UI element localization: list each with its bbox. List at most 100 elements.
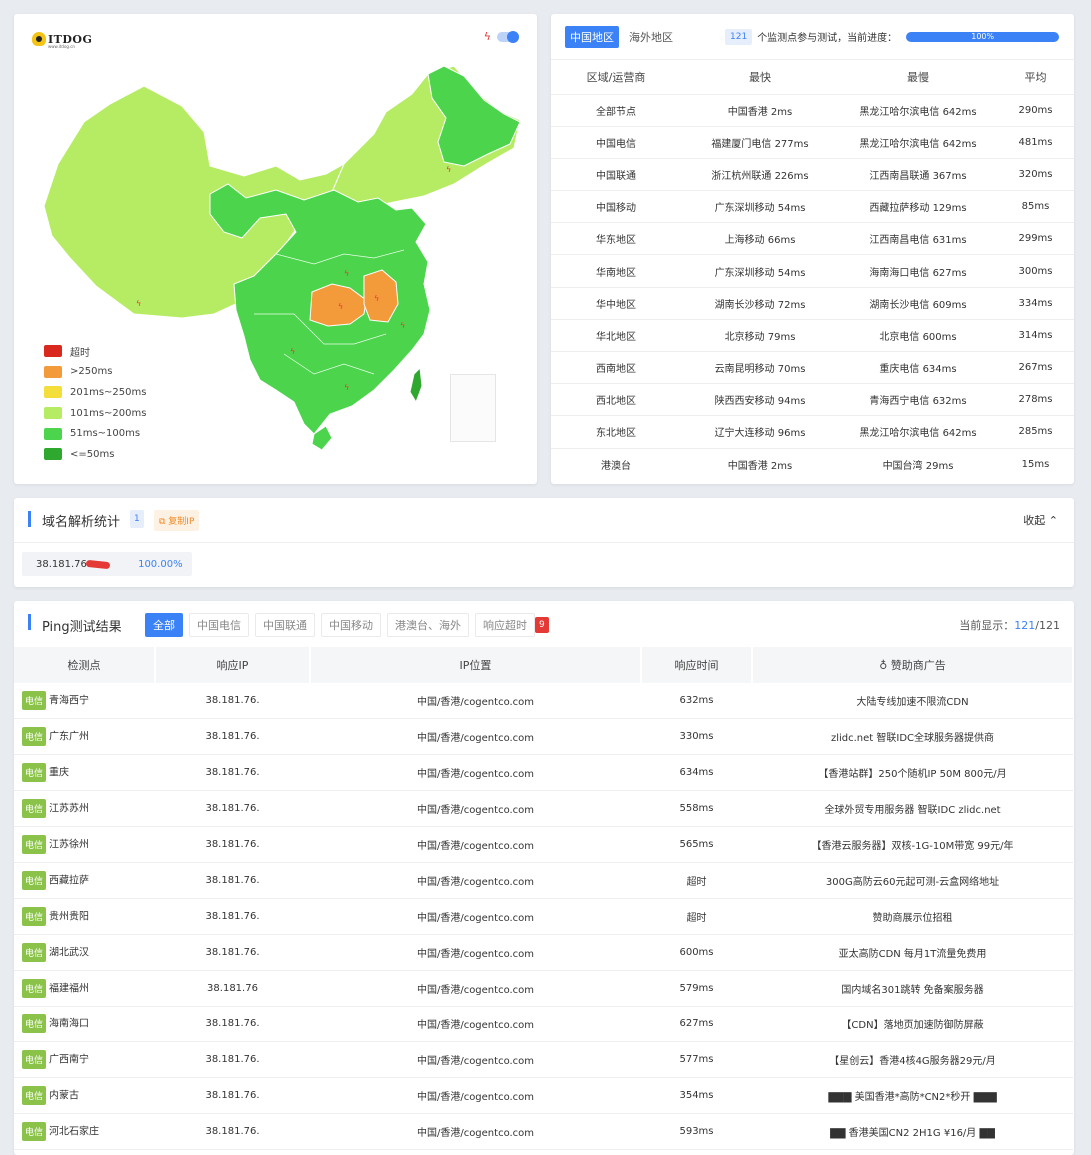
ping-cell-ad[interactable]: 赞助商展示位招租 [752,898,1073,935]
svg-text:ϟ: ϟ [344,269,349,278]
ping-title: Ping测试结果 [42,620,122,635]
ping-cell-ad[interactable]: 【香港站群】250个随机IP 50M 800元/月 [752,754,1073,792]
filter-unicom[interactable]: 中国联通 [255,613,315,637]
filter-timeout[interactable]: 响应超时 [475,613,535,637]
stats-row: 港澳台 中国香港 2ms 中国台湾 29ms 15ms [551,448,1074,480]
stats-row: 中国移动 广东深圳移动 54ms 西藏拉萨移动 129ms 85ms [551,190,1074,224]
ping-cell-location: 中国/香港/cogentco.com [310,683,641,720]
ping-card: Ping测试结果 全部 中国电信 中国联通 中国移动 港澳台、海外 响应超时 9… [14,601,1074,1155]
stats-cell-fastest: 广东深圳移动 54ms [681,254,839,288]
table-row: 电信 重庆 38.181.76. 中国/香港/cogentco.com 634ms 【香港… [14,754,1073,792]
col-node[interactable]: 检测点 [14,647,156,683]
stats-cell-region: 华南地区 [551,254,681,288]
legend-item: <=50ms [44,444,146,465]
copy-ip-button[interactable]: ⧉ 复制IP [154,510,200,531]
stats-row: 华中地区 湖南长沙移动 72ms 湖南长沙电信 609ms 334ms [551,287,1074,320]
col-ip[interactable]: 响应IP [155,647,311,683]
ping-cell-ad[interactable]: 国内域名301跳转 免备案服务器 [752,970,1073,1007]
collapse-button[interactable]: 收起 ⌃ [1023,512,1058,528]
stats-cell-region: 港澳台 [601,460,631,472]
timeout-count-badge: 9 [535,617,549,633]
legend-swatch [44,427,62,440]
stats-row: 中国电信 福建厦门电信 277ms 黑龙江哈尔滨电信 642ms 481ms [551,126,1074,159]
table-row: 电信 福建福州 38.181.76 中国/香港/cogentco.com 579ms 国内… [14,970,1073,1007]
ping-cell-ad[interactable]: 【香港云服务器】双核-1G-10M带宽 99元/年 [752,826,1073,863]
stats-row: 西北地区 陕西西安移动 94ms 青海西宁电信 632ms 278ms [551,383,1074,417]
filter-overseas[interactable]: 港澳台、海外 [387,613,469,637]
ping-cell-node: 电信 海南海口 [14,1006,155,1043]
ping-cell-location: 中国/香港/cogentco.com [310,1113,641,1151]
node-name: 内蒙古 [49,1090,80,1102]
stats-cell-fastest: 辽宁大连移动 96ms [681,415,839,449]
stats-header: 中国地区 海外地区 121 个监测点参与测试，当前进度： 100% [551,14,1074,60]
ping-cell-ip: 38.181.76. [155,754,310,792]
tab-overseas[interactable]: 海外地区 [629,29,673,45]
legend-swatch [44,407,62,420]
ping-cell-ad[interactable]: 大陆专线加速不限流CDN [752,683,1073,720]
ping-cell-node: 电信 内蒙古 [14,1077,155,1115]
stats-cell-region: 华中地区 [551,287,681,320]
ping-cell-time: 593ms [641,1113,752,1151]
ping-cell-node: 电信 青海西宁 [14,683,155,720]
stats-cell-slowest: 江西南昌电信 631ms [839,222,997,256]
filter-all[interactable]: 全部 [145,613,183,637]
timeout-marker-toggle[interactable]: ϟ [484,30,519,43]
map-card: ϟ ϟ ϟ ϟ ϟ ϟ ϟ ϟ ITDOG www.itdog.cn ϟ 超时 >… [14,14,537,484]
ping-cell-node: 电信 江苏徐州 [14,826,155,863]
stats-cell-slowest: 黑龙江哈尔滨电信 642ms [839,415,997,449]
filter-telecom[interactable]: 中国电信 [189,613,249,637]
ping-cell-ad[interactable]: 全球外贸专用服务器 智联IDC zlidc.net [752,790,1073,828]
table-row: 电信 江苏徐州 38.181.76. 中国/香港/cogentco.com 565ms 【… [14,826,1073,863]
ping-cell-ip: 38.181.76 [155,970,310,1007]
ping-cell-ad[interactable]: ▇▇ 香港美国CN2 2H1G ¥16/月 ▇▇ [752,1113,1073,1151]
ping-cell-ad[interactable]: zlidc.net 智联IDC全球服务器提供商 [752,718,1073,756]
stats-cell-region: 华北地区 [551,319,681,353]
ping-cell-ad[interactable]: 亚太高防CDN 每月1T流量免费用 [752,934,1073,971]
toggle-switch[interactable] [497,30,519,43]
col-time[interactable]: 响应时间 [641,647,753,683]
monitor-count-badge: 121 [725,28,753,45]
stats-cell-fastest: 浙江杭州联通 226ms [681,158,839,192]
ping-cell-ip: 38.181.76. [155,826,310,863]
chevron-up-icon: ⌃ [1048,514,1058,527]
copy-icon: ⧉ [159,517,169,527]
dns-ip-text: 38.181.76. [36,558,91,570]
isp-badge: 电信 [22,835,47,854]
ping-cell-ad[interactable]: 【星创云】香港4核4G服务器29元/月 [752,1041,1073,1079]
lightning-icon: ϟ [483,30,491,43]
dns-ip-entry: 38.181.76. 100.00% [22,552,192,576]
stats-cell-fastest: 湖南长沙移动 72ms [681,287,839,320]
table-row: 电信 西藏拉萨 38.181.76. 中国/香港/cogentco.com 超时 300G… [14,862,1073,899]
ping-cell-ad[interactable]: 【CDN】落地页加速防御防屏蔽 [752,1006,1073,1043]
legend-swatch [44,386,62,399]
table-row: 电信 湖北武汉 38.181.76. 中国/香港/cogentco.com 600ms 亚… [14,934,1073,971]
table-row: 电信 内蒙古 38.181.76. 中国/香港/cogentco.com 354ms ▇▇… [14,1077,1073,1115]
ping-cell-node: 电信 广东广州 [14,718,155,756]
col-region: 区域/运营商 [551,60,681,95]
node-name: 重庆 [49,767,70,779]
stats-cell-region: 华东地区 [551,222,681,256]
stats-cell-region: 中国移动 [551,190,681,224]
ping-cell-location: 中国/香港/cogentco.com [310,898,641,935]
ping-cell-location: 中国/香港/cogentco.com [310,1077,641,1115]
stats-row: 东北地区 辽宁大连移动 96ms 黑龙江哈尔滨电信 642ms 285ms [551,415,1074,449]
tab-china[interactable]: 中国地区 [565,25,619,48]
ping-cell-time: 579ms [641,970,752,1007]
ping-cell-ip: 38.181.76. [155,683,310,720]
legend-item: 101ms~200ms [44,403,146,424]
table-row: 电信 河北石家庄 38.181.76. 中国/香港/cogentco.com 593ms… [14,1113,1073,1151]
ping-cell-node: 电信 河北石家庄 [14,1113,155,1151]
ping-cell-location: 中国/香港/cogentco.com [310,826,641,863]
col-location[interactable]: IP位置 [310,647,642,683]
ping-cell-ip: 38.181.76. [155,1113,310,1151]
isp-badge: 电信 [22,727,47,747]
ping-cell-ip: 38.181.76. [155,718,310,756]
ping-cell-time: 超时 [641,898,752,935]
ping-cell-ad[interactable]: ▇▇▇ 美国香港*高防*CN2*秒开 ▇▇▇ [752,1077,1073,1115]
section-accent-bar [28,614,31,630]
filter-mobile[interactable]: 中国移动 [321,613,381,637]
svg-text:ϟ: ϟ [374,294,379,303]
monitor-text: 个监测点参与测试，当前进度： [757,33,898,44]
col-sponsor: ♁ 赞助商广告 [752,647,1074,683]
ping-cell-ad[interactable]: 300G高防云60元起可测-云盒网络地址 [752,862,1073,899]
